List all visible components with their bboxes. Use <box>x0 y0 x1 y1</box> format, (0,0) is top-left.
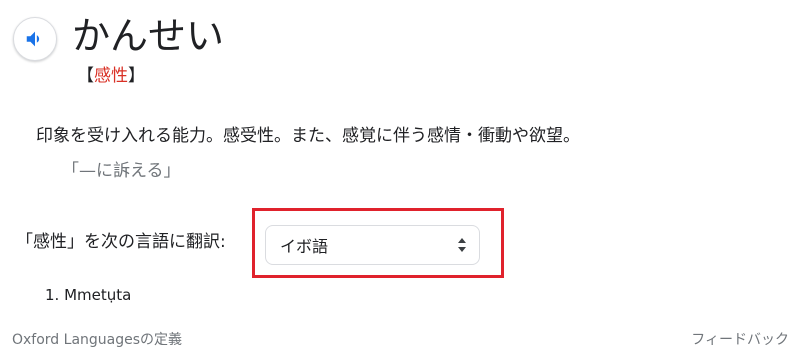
speaker-icon <box>26 31 40 47</box>
definition-text: 印象を受け入れる能力。感受性。また、感覚に伴う感情・衝動や欲望。 <box>36 126 580 146</box>
bracket-close: 】 <box>128 66 145 86</box>
sort-arrows-icon <box>458 238 466 252</box>
result-text: Mmetụta <box>64 286 132 304</box>
source-attribution: Oxford Languagesの定義 <box>12 332 183 348</box>
translate-label: 「感性」を次の言語に翻訳: <box>16 232 226 252</box>
kanji-notation: 【感性】 <box>77 64 145 88</box>
kanji-text: 感性 <box>94 66 128 86</box>
example-phrase: 「—に訴える」 <box>62 161 181 181</box>
translation-results: 1. Mmetụta <box>45 284 131 306</box>
list-item: 1. Mmetụta <box>45 284 131 306</box>
bracket-open: 【 <box>77 66 94 86</box>
feedback-link[interactable]: フィードバック <box>691 330 789 350</box>
pronunciation-audio-button[interactable] <box>13 17 57 61</box>
selected-language: イボ語 <box>280 237 329 256</box>
language-select[interactable]: イボ語 <box>265 225 480 265</box>
headword: かんせい <box>72 14 225 58</box>
result-number: 1. <box>45 286 60 304</box>
